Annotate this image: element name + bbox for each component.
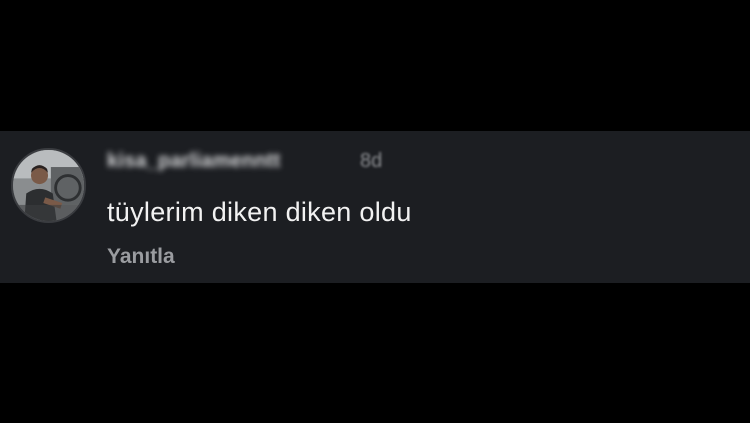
screen: kisa_parliamenntt 8d tüylerim diken dike… xyxy=(0,0,750,423)
user-avatar-photo-icon xyxy=(13,150,84,221)
comment-card: kisa_parliamenntt 8d tüylerim diken dike… xyxy=(0,131,750,283)
comment-text: tüylerim diken diken oldu xyxy=(107,197,412,227)
reply-button[interactable]: Yanıtla xyxy=(107,245,175,269)
timestamp: 8d xyxy=(360,150,383,172)
username[interactable]: kisa_parliamenntt xyxy=(107,150,280,173)
avatar[interactable] xyxy=(11,148,86,223)
